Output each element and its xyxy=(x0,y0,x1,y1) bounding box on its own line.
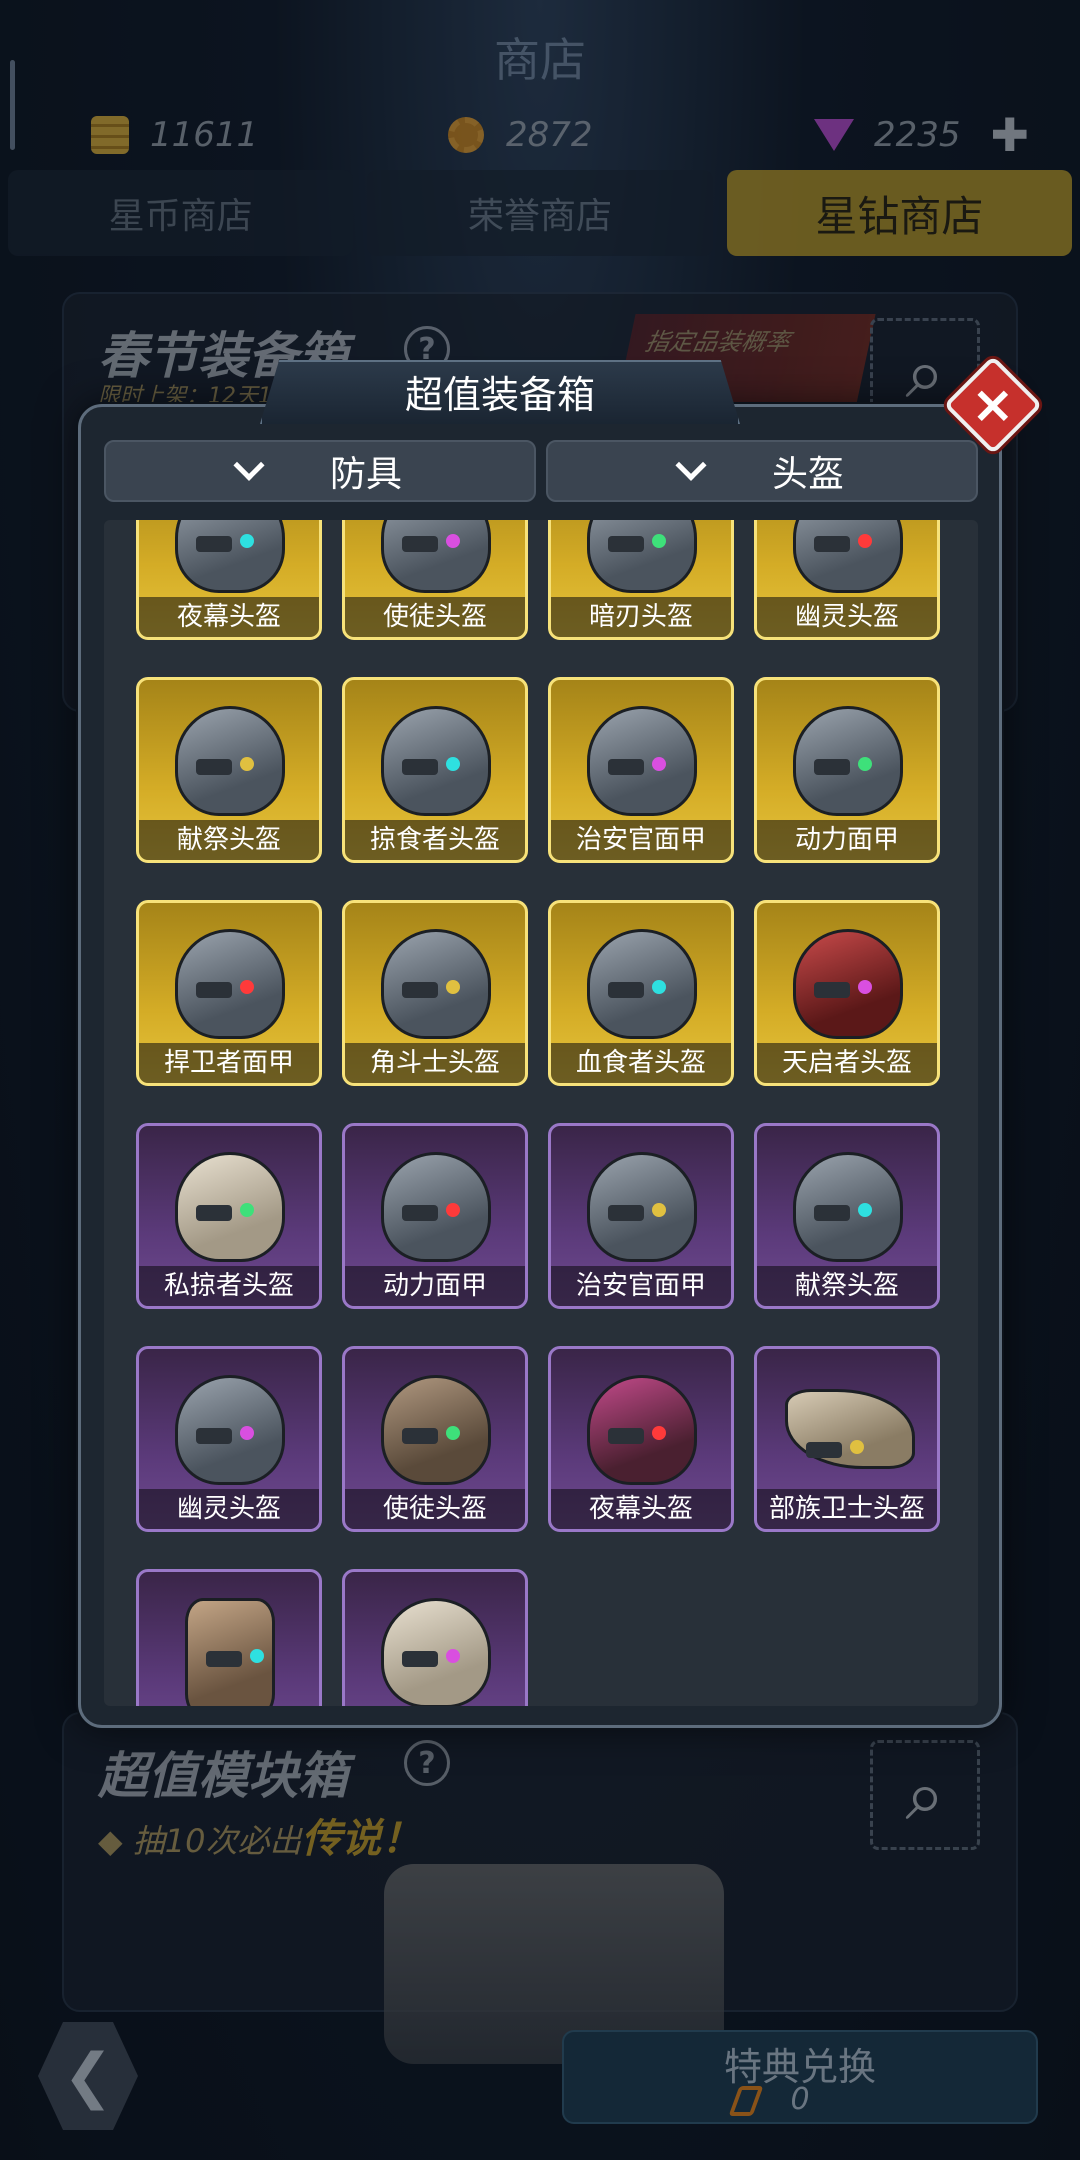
item-card[interactable]: 献祭头盔 xyxy=(136,677,322,863)
item-list[interactable]: 夜幕头盔 使徒头盔 暗刃头盔 幽灵头盔 献祭头盔 掠食者头盔 治安官面甲 动力面甲 捍卫者面甲角… xyxy=(104,520,978,1706)
item-card[interactable]: 治安官面甲 xyxy=(548,677,734,863)
item-name: 献祭头盔 xyxy=(757,1266,937,1306)
item-name: 血食者头盔 xyxy=(551,1043,731,1083)
helmet-icon xyxy=(587,706,697,816)
helmet-icon xyxy=(793,1152,903,1262)
helmet-icon xyxy=(587,929,697,1039)
item-name: 角斗士头盔 xyxy=(345,1043,525,1083)
item-name: 动力面甲 xyxy=(345,1266,525,1306)
helmet-icon xyxy=(587,1152,697,1262)
item-card[interactable]: 治安官面甲 xyxy=(548,1123,734,1309)
helmet-icon xyxy=(381,929,491,1039)
item-card[interactable]: 暗刃头盔 xyxy=(548,520,734,640)
item-card[interactable]: 夜幕头盔 xyxy=(548,1346,734,1532)
item-card[interactable]: 幽灵头盔 xyxy=(754,520,940,640)
item-name: 夜幕头盔 xyxy=(139,597,319,637)
item-card[interactable]: 天启者头盔 xyxy=(754,900,940,1086)
helmet-icon xyxy=(381,1375,491,1485)
helmet-icon xyxy=(381,520,491,593)
item-name: 幽灵头盔 xyxy=(757,597,937,637)
item-card[interactable]: 动力面甲 xyxy=(754,677,940,863)
helmet-icon xyxy=(175,1152,285,1262)
item-card[interactable]: 使徒头盔 xyxy=(342,1346,528,1532)
item-card[interactable]: 捍卫者面甲 xyxy=(136,900,322,1086)
helmet-icon xyxy=(793,520,903,593)
helmet-icon xyxy=(175,1375,285,1485)
item-card[interactable]: 使徒头盔 xyxy=(342,520,528,640)
helmet-icon xyxy=(175,520,285,593)
item-name: 幽灵头盔 xyxy=(139,1489,319,1529)
item-card[interactable]: 献祭头盔 xyxy=(754,1123,940,1309)
item-card[interactable]: 夜幕头盔 xyxy=(136,520,322,640)
helmet-icon xyxy=(381,1152,491,1262)
item-name: 治安官面甲 xyxy=(551,1266,731,1306)
item-name: 动力面甲 xyxy=(757,820,937,860)
modal-title: 超值装备箱 xyxy=(404,373,595,417)
helmet-icon xyxy=(587,520,697,593)
category-dropdown[interactable]: 防具 xyxy=(104,440,536,502)
item-card[interactable]: 游荡者头盔 xyxy=(342,1569,528,1706)
type-dropdown[interactable]: 头盔 xyxy=(546,440,978,502)
filter-bar: 防具 头盔 xyxy=(104,440,978,502)
chevron-down-icon xyxy=(233,449,265,481)
item-name: 捍卫者面甲 xyxy=(139,1043,319,1083)
close-icon: × xyxy=(971,374,1015,435)
item-name: 使徒头盔 xyxy=(345,1489,525,1529)
item-name: 使徒头盔 xyxy=(345,597,525,637)
item-name: 私掠者头盔 xyxy=(139,1266,319,1306)
chevron-down-icon xyxy=(675,449,707,481)
helmet-icon xyxy=(381,1598,491,1706)
helmet-icon xyxy=(381,706,491,816)
helmet-icon xyxy=(185,1598,275,1706)
helmet-icon xyxy=(587,1375,697,1485)
item-card[interactable]: 掠食者头盔 xyxy=(342,677,528,863)
item-name: 暗刃头盔 xyxy=(551,597,731,637)
item-card[interactable]: 幽灵头盔 xyxy=(136,1346,322,1532)
helmet-icon xyxy=(793,706,903,816)
item-card[interactable]: 私掠者头盔 xyxy=(136,1123,322,1309)
helmet-icon xyxy=(175,706,285,816)
type-value: 头盔 xyxy=(771,454,844,495)
helmet-icon xyxy=(785,1389,915,1469)
item-card[interactable]: 部族卫士头盔 xyxy=(754,1346,940,1532)
item-card[interactable]: 动力面甲 xyxy=(342,1123,528,1309)
item-name: 掠食者头盔 xyxy=(345,820,525,860)
item-name: 天启者头盔 xyxy=(757,1043,937,1083)
item-name: 夜幕头盔 xyxy=(551,1489,731,1529)
item-card[interactable]: 角斗士头盔 xyxy=(342,900,528,1086)
helmet-icon xyxy=(793,929,903,1039)
item-card[interactable]: 蛮族勇士头盔 xyxy=(136,1569,322,1706)
helmet-icon xyxy=(175,929,285,1039)
item-name: 献祭头盔 xyxy=(139,820,319,860)
item-grid: 夜幕头盔 使徒头盔 暗刃头盔 幽灵头盔 献祭头盔 掠食者头盔 治安官面甲 动力面甲 捍卫者面甲角… xyxy=(136,520,940,1706)
item-name: 治安官面甲 xyxy=(551,820,731,860)
category-value: 防具 xyxy=(329,454,402,495)
item-card[interactable]: 血食者头盔 xyxy=(548,900,734,1086)
item-name: 部族卫士头盔 xyxy=(757,1489,937,1529)
